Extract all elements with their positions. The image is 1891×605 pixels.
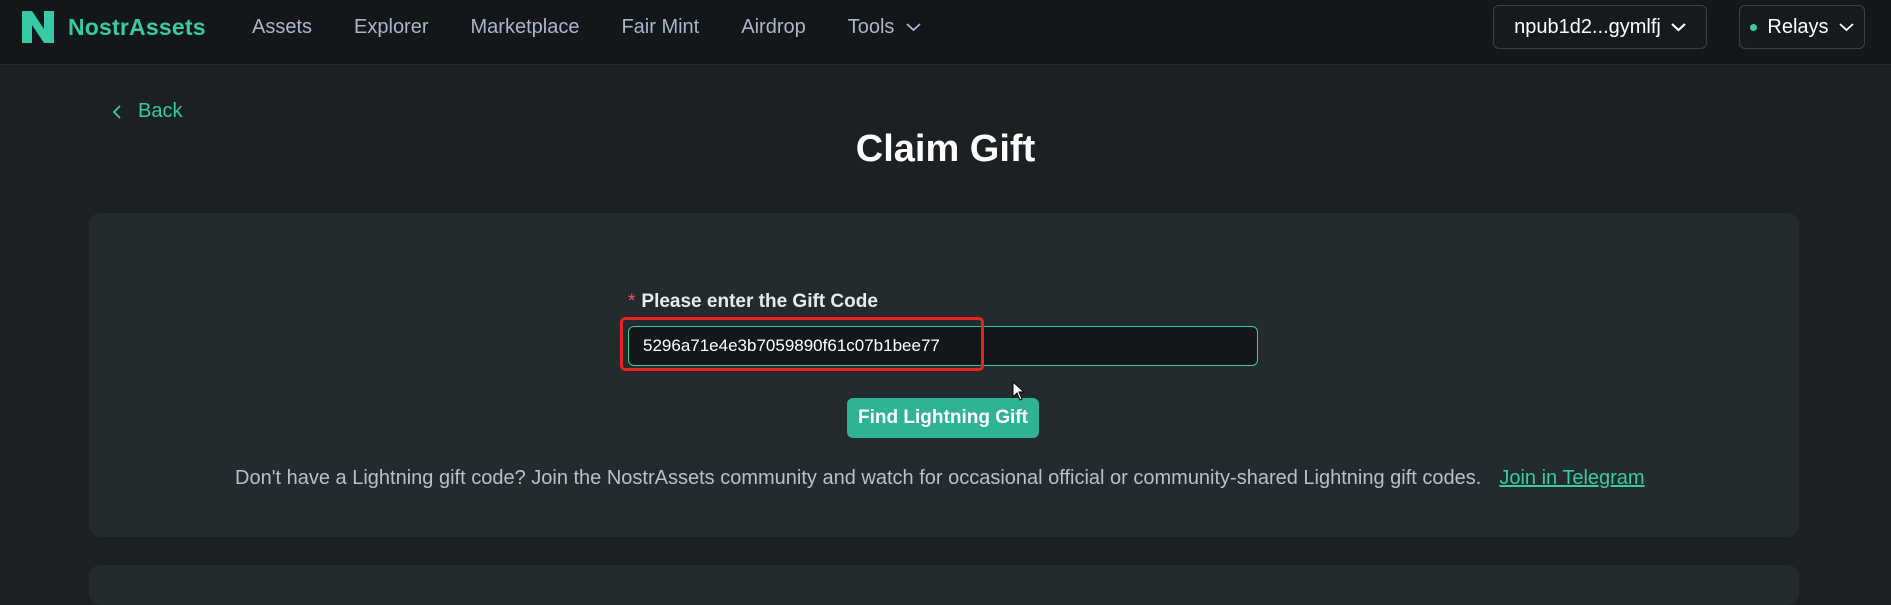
help-text-row: Don't have a Lightning gift code? Join t… <box>235 467 1645 490</box>
gift-code-input[interactable] <box>628 326 1258 366</box>
chevron-down-icon <box>906 23 922 32</box>
nav-item-marketplace[interactable]: Marketplace <box>471 16 580 39</box>
main-nav: Assets Explorer Marketplace Fair Mint Ai… <box>252 0 963 54</box>
gift-code-label-text: Please enter the Gift Code <box>641 291 878 312</box>
join-telegram-link[interactable]: Join in Telegram <box>1499 467 1644 490</box>
relays-button[interactable]: Relays <box>1739 5 1865 49</box>
nav-item-airdrop[interactable]: Airdrop <box>741 16 805 39</box>
nav-item-tools[interactable]: Tools <box>848 16 922 39</box>
nav-item-assets[interactable]: Assets <box>252 16 312 39</box>
nav-item-fair-mint[interactable]: Fair Mint <box>621 16 699 39</box>
chevron-down-icon <box>1838 23 1854 32</box>
brand-name: NostrAssets <box>68 13 206 40</box>
relay-status-dot <box>1750 23 1758 31</box>
required-marker: * <box>628 291 636 312</box>
relays-label: Relays <box>1767 15 1829 38</box>
top-navigation-bar: NostrAssets Assets Explorer Marketplace … <box>0 0 1891 65</box>
back-link[interactable]: Back <box>112 100 182 123</box>
nav-item-tools-label: Tools <box>847 15 895 38</box>
nostrassets-logo-icon <box>22 11 54 43</box>
find-lightning-gift-button[interactable]: Find Lightning Gift <box>847 398 1039 438</box>
brand-logo[interactable]: NostrAssets <box>18 7 206 47</box>
back-label: Back <box>138 100 183 122</box>
chevron-left-icon <box>112 104 121 119</box>
mouse-cursor-icon <box>1012 381 1026 401</box>
wallet-account-button[interactable]: npub1d2...gymlfj <box>1493 5 1707 49</box>
wallet-address: npub1d2...gymlfj <box>1514 15 1661 38</box>
gift-code-label: * Please enter the Gift Code <box>628 291 878 313</box>
chevron-down-icon <box>1671 23 1686 32</box>
page-title: Claim Gift <box>855 128 1036 170</box>
nav-item-explorer[interactable]: Explorer <box>354 16 428 39</box>
help-text: Don't have a Lightning gift code? Join t… <box>235 467 1482 489</box>
secondary-card <box>89 565 1799 605</box>
